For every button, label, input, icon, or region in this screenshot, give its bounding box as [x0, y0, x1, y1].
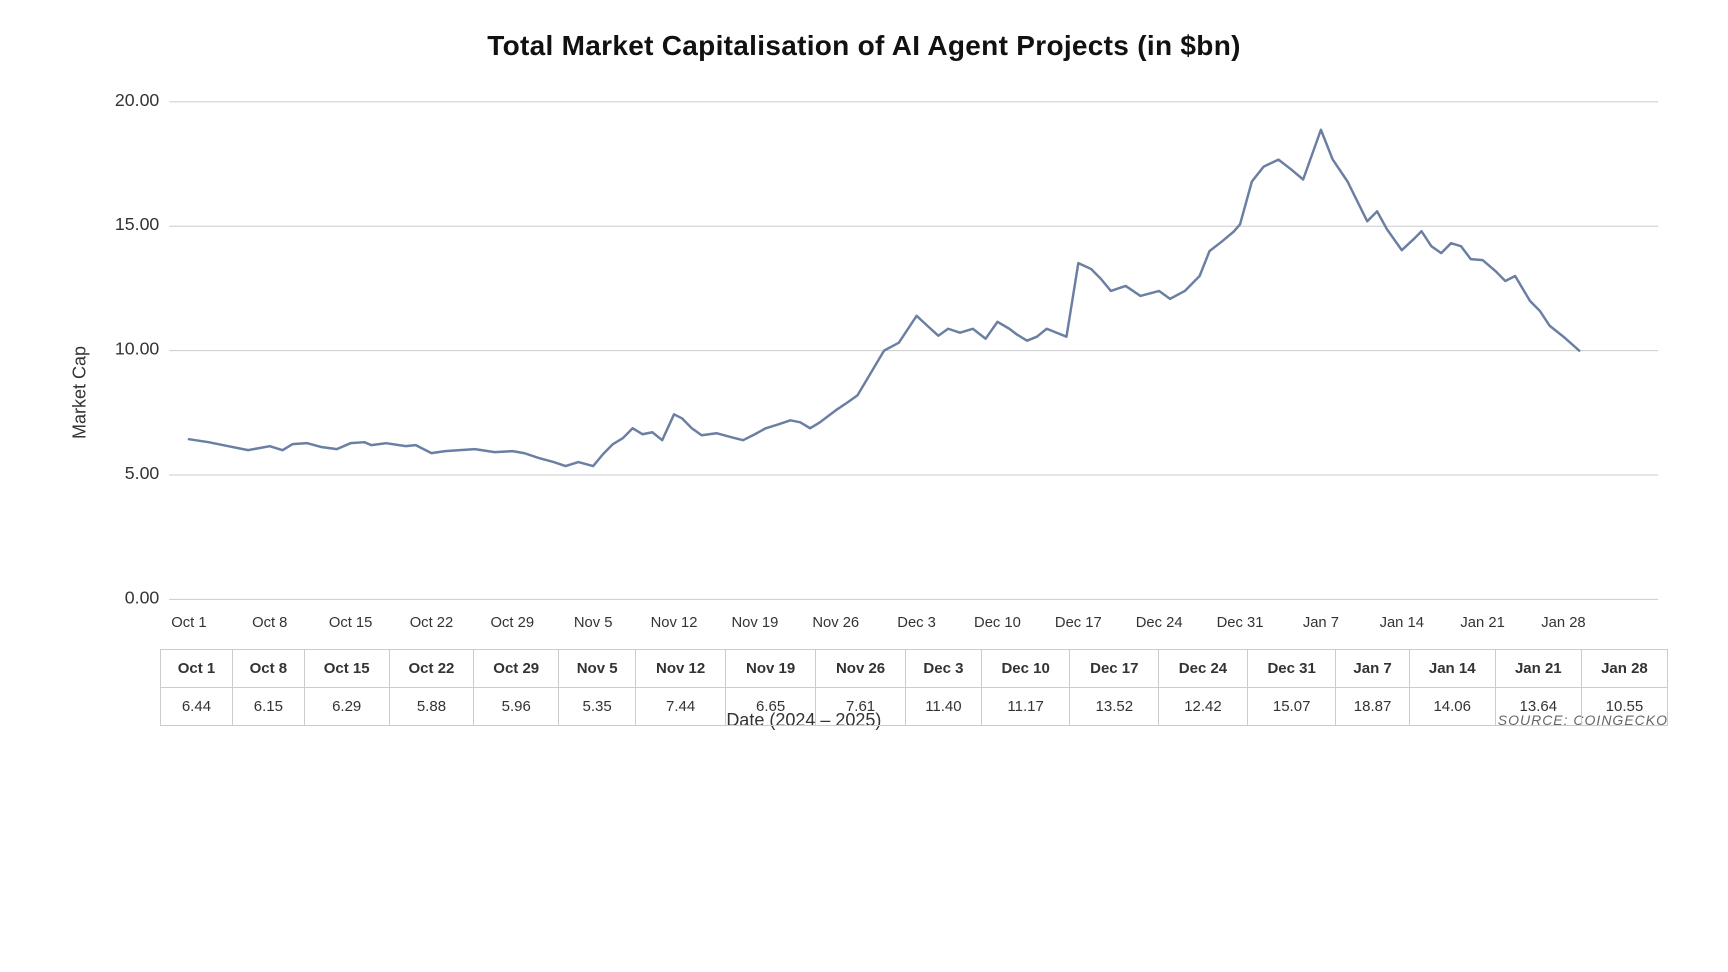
svg-text:20.00: 20.00 [115, 90, 159, 110]
svg-text:Oct 1: Oct 1 [171, 615, 206, 631]
table-value-jan7: 18.87 [1336, 688, 1409, 726]
table-value-oct1: 6.44 [161, 688, 233, 726]
table-header-dec31: Dec 31 [1247, 650, 1336, 688]
svg-text:Oct 29: Oct 29 [491, 615, 535, 631]
table-header-oct15: Oct 15 [304, 650, 389, 688]
svg-text:Nov 12: Nov 12 [651, 615, 698, 631]
svg-text:Oct 8: Oct 8 [252, 615, 287, 631]
svg-text:Nov 19: Nov 19 [731, 615, 778, 631]
svg-text:0.00: 0.00 [125, 587, 160, 607]
chart-line [189, 130, 1579, 466]
svg-text:Nov 26: Nov 26 [812, 615, 859, 631]
table-header-dec10: Dec 10 [981, 650, 1070, 688]
svg-text:5.00: 5.00 [125, 463, 160, 483]
table-header-jan28: Jan 28 [1581, 650, 1667, 688]
svg-text:Dec 31: Dec 31 [1217, 615, 1264, 631]
table-value-dec31: 15.07 [1247, 688, 1336, 726]
chart-inner: 20.00 15.00 10.00 5.00 0.00 Oct 1 Oct 8 … [110, 82, 1668, 702]
table-value-nov5: 5.35 [559, 688, 636, 726]
table-header-jan21: Jan 21 [1495, 650, 1581, 688]
table-value-oct8: 6.15 [232, 688, 304, 726]
svg-text:Jan 28: Jan 28 [1541, 615, 1585, 631]
table-values-row: 6.44 6.15 6.29 5.88 5.96 5.35 7.44 6.65 … [161, 688, 1668, 726]
table-value-dec3: 11.40 [906, 688, 982, 726]
table-header-dec3: Dec 3 [906, 650, 982, 688]
table-value-dec10: 11.17 [981, 688, 1070, 726]
table-value-oct22: 5.88 [389, 688, 474, 726]
table-header-dec17: Dec 17 [1070, 650, 1159, 688]
svg-text:Jan 21: Jan 21 [1460, 615, 1504, 631]
svg-text:Jan 14: Jan 14 [1380, 615, 1424, 631]
data-table: Oct 1 Oct 8 Oct 15 Oct 22 Oct 29 Nov 5 N… [160, 649, 1668, 726]
table-value-jan21: 13.64 [1495, 688, 1581, 726]
table-header-nov19: Nov 19 [726, 650, 816, 688]
table-header-oct22: Oct 22 [389, 650, 474, 688]
table-value-oct29: 5.96 [474, 688, 559, 726]
svg-text:Dec 24: Dec 24 [1136, 615, 1183, 631]
svg-text:Oct 15: Oct 15 [329, 615, 373, 631]
table-value-oct15: 6.29 [304, 688, 389, 726]
table-value-nov19: 6.65 [726, 688, 816, 726]
table-header-nov5: Nov 5 [559, 650, 636, 688]
svg-text:Dec 17: Dec 17 [1055, 615, 1102, 631]
svg-text:Dec 10: Dec 10 [974, 615, 1021, 631]
main-chart: 20.00 15.00 10.00 5.00 0.00 Oct 1 Oct 8 … [110, 82, 1668, 639]
table-header-oct8: Oct 8 [232, 650, 304, 688]
svg-text:15.00: 15.00 [115, 214, 159, 234]
table-header-dec24: Dec 24 [1159, 650, 1248, 688]
svg-text:Jan 7: Jan 7 [1303, 615, 1339, 631]
table-value-nov12: 7.44 [636, 688, 726, 726]
svg-wrapper: 20.00 15.00 10.00 5.00 0.00 Oct 1 Oct 8 … [110, 82, 1668, 639]
table-header-oct29: Oct 29 [474, 650, 559, 688]
svg-text:Nov 5: Nov 5 [574, 615, 613, 631]
table-value-nov26: 7.61 [816, 688, 906, 726]
y-axis-label: Market Cap [60, 82, 100, 702]
table-value-jan14: 14.06 [1409, 688, 1495, 726]
table-value-dec24: 12.42 [1159, 688, 1248, 726]
table-header-nov26: Nov 26 [816, 650, 906, 688]
chart-title: Total Market Capitalisation of AI Agent … [60, 30, 1668, 62]
table-header-row: Oct 1 Oct 8 Oct 15 Oct 22 Oct 29 Nov 5 N… [161, 650, 1668, 688]
chart-container: Total Market Capitalisation of AI Agent … [0, 0, 1728, 972]
table-header-nov12: Nov 12 [636, 650, 726, 688]
table-value-jan28: 10.55 [1581, 688, 1667, 726]
svg-text:Dec 3: Dec 3 [897, 615, 936, 631]
svg-text:Oct 22: Oct 22 [410, 615, 454, 631]
table-header-jan7: Jan 7 [1336, 650, 1409, 688]
table-header-oct1: Oct 1 [161, 650, 233, 688]
svg-text:10.00: 10.00 [115, 339, 159, 359]
table-header-jan14: Jan 14 [1409, 650, 1495, 688]
data-table-section: Oct 1 Oct 8 Oct 15 Oct 22 Oct 29 Nov 5 N… [160, 649, 1668, 726]
table-value-dec17: 13.52 [1070, 688, 1159, 726]
